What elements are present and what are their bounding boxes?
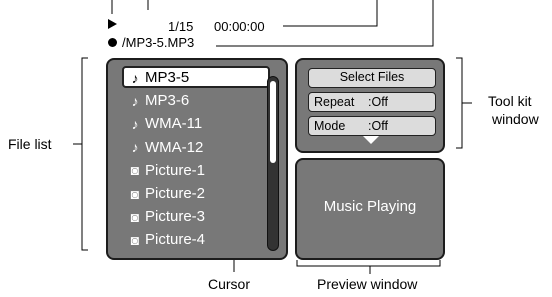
list-item-label: MP3-6 [145, 92, 190, 110]
preview-window-label: Preview window [317, 276, 418, 292]
list-item-label: Picture-1 [145, 161, 206, 179]
list-item[interactable]: ◙ Picture-3 [128, 208, 205, 225]
list-item-label: Picture-4 [145, 231, 206, 249]
track-counter: 1/15 [168, 19, 194, 34]
music-note-icon: ♪ [131, 69, 139, 86]
mode-setting[interactable]: Mode :Off [308, 116, 436, 136]
scrollbar-thumb[interactable] [270, 81, 276, 163]
preview-panel: Music Playing [295, 158, 445, 260]
triangle-down-icon[interactable] [363, 136, 379, 144]
list-item[interactable]: ◙ Picture-1 [128, 162, 205, 179]
list-item-label: WMA-11 [145, 115, 203, 133]
time-display: 00:00:00 [214, 19, 265, 34]
tool-kit-label-line1: Tool kit [488, 93, 532, 109]
disc-icon [108, 38, 117, 47]
tool-kit-panel: Select Files Repeat :Off Mode :Off [295, 58, 445, 153]
list-item[interactable]: ◙ Picture-4 [128, 231, 205, 248]
repeat-value: :Off [368, 95, 388, 109]
list-item-label: Picture-3 [145, 208, 206, 226]
tool-kit-label-line2: window [492, 111, 539, 127]
preview-text: Music Playing [323, 198, 417, 215]
status-bar: 1/15 00:00:00 /MP3-5.MP3 [106, 8, 446, 50]
list-item-label: MP3-5 [145, 69, 190, 86]
preview-bracket [296, 260, 441, 267]
list-item-label: WMA-12 [145, 138, 204, 156]
file-path: /MP3-5.MP3 [122, 35, 195, 50]
list-item[interactable]: ♪ WMA-11 [128, 115, 203, 133]
music-note-icon: ♪ [131, 92, 139, 109]
play-icon [108, 19, 117, 29]
picture-icon: ◙ [130, 162, 140, 179]
music-note-icon: ♪ [131, 139, 139, 156]
mode-value: :Off [368, 119, 388, 133]
list-item[interactable]: ♪ WMA-12 [128, 138, 204, 156]
cursor-label: Cursor [208, 276, 251, 292]
file-list-panel: ♪ MP3-5 ♪ MP3-6 ♪ WMA-11 ♪ WMA-12 ◙ Picture-1 ◙ Pic… [106, 58, 288, 260]
list-item[interactable]: ♪ MP3-6 [128, 92, 190, 110]
scrollbar[interactable] [267, 76, 279, 251]
select-files-button[interactable]: Select Files [308, 68, 436, 88]
list-item[interactable]: ♪ MP3-5 [128, 69, 190, 86]
music-note-icon: ♪ [131, 115, 139, 132]
tool-kit-bracket [456, 57, 463, 149]
picture-icon: ◙ [130, 185, 140, 202]
file-list-bracket [81, 57, 88, 251]
picture-icon: ◙ [130, 208, 140, 225]
list-item-label: Picture-2 [145, 185, 206, 202]
repeat-setting[interactable]: Repeat :Off [308, 92, 436, 112]
picture-icon: ◙ [130, 231, 140, 248]
repeat-label: Repeat [314, 95, 355, 109]
list-item[interactable]: ◙ Picture-2 [128, 185, 205, 202]
file-list-label: File list [8, 136, 52, 152]
mode-label: Mode [314, 119, 346, 133]
